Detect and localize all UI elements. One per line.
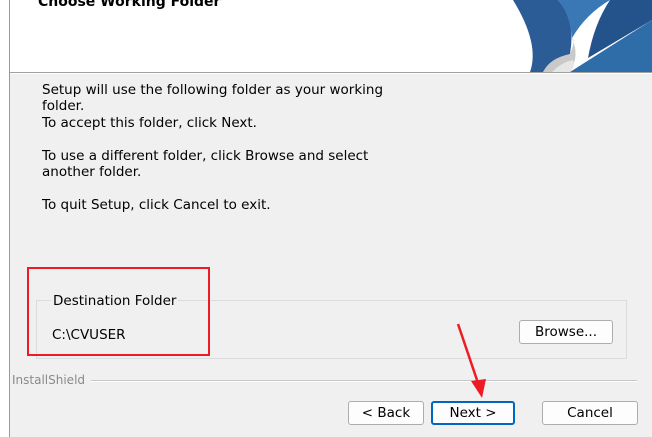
wizard-header: Choose Working Folder [10, 0, 652, 72]
next-button[interactable]: Next > [431, 401, 515, 425]
header-divider-highlight [10, 73, 652, 74]
left-panel-edge [0, 0, 9, 437]
installshield-brand: InstallShield [12, 373, 86, 387]
accept-text: To accept this folder, click Next. [42, 115, 257, 131]
highlight-box [27, 267, 210, 356]
installshield-logo-icon [513, 0, 652, 72]
browse-button[interactable]: Browse... [519, 320, 613, 344]
intro-text: Setup will use the following folder as y… [42, 82, 384, 114]
cancel-button[interactable]: Cancel [542, 401, 638, 425]
back-button[interactable]: < Back [348, 401, 424, 425]
quit-text: To quit Setup, click Cancel to exit. [42, 197, 271, 213]
footer-divider-highlight [91, 381, 637, 382]
browse-text: To use a different folder, click Browse … [42, 148, 369, 180]
